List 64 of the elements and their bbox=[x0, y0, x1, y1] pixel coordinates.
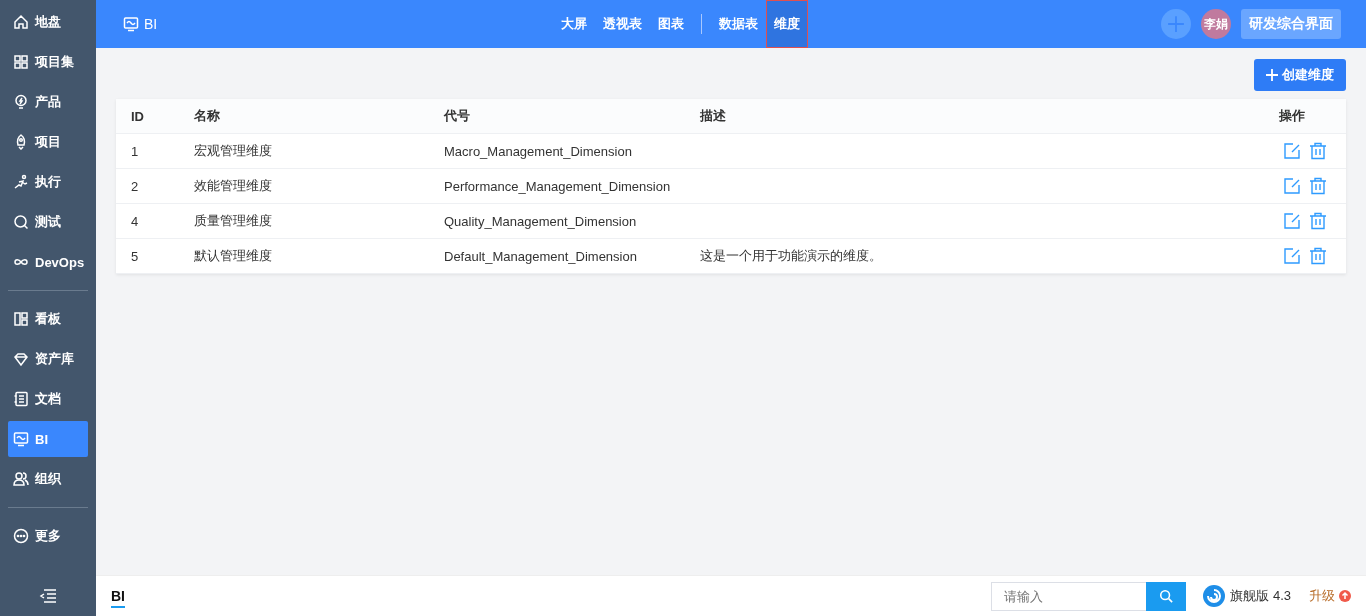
table-cell: 这是一个用于功能演示的维度。 bbox=[685, 238, 1162, 274]
upgrade-link[interactable]: 升级 bbox=[1309, 587, 1351, 605]
table-cell: Default_Management_Dimension bbox=[429, 238, 686, 274]
sidebar-item[interactable]: 项目 bbox=[8, 124, 88, 160]
delete-button[interactable] bbox=[1309, 177, 1327, 195]
edit-button[interactable] bbox=[1283, 247, 1301, 265]
table-cell: 5 bbox=[116, 238, 179, 274]
app-title: BI bbox=[144, 16, 158, 32]
edit-button[interactable] bbox=[1283, 142, 1301, 160]
collapse-menu-icon bbox=[39, 588, 57, 604]
table-cell: 4 bbox=[116, 203, 179, 239]
sidebar-item[interactable]: 执行 bbox=[8, 164, 88, 200]
footer-tab[interactable]: BI bbox=[111, 584, 125, 608]
sidebar-item[interactable]: 文档 bbox=[8, 381, 88, 417]
magnifier-icon bbox=[13, 214, 29, 230]
table-cell: 1 bbox=[116, 133, 179, 169]
notebook-icon bbox=[13, 391, 29, 407]
sidebar-item[interactable]: 更多 bbox=[8, 518, 88, 554]
swirl-logo-icon bbox=[1202, 584, 1227, 608]
sidebar-item[interactable]: 测试 bbox=[8, 204, 88, 240]
table-cell: Performance_Management_Dimension bbox=[429, 168, 686, 204]
edition-label: 旗舰版 4.3 bbox=[1230, 587, 1291, 605]
people-icon bbox=[13, 471, 29, 487]
create-dimension-button[interactable]: 创建维度 bbox=[1254, 59, 1346, 91]
search-field[interactable]: 请输入 bbox=[991, 581, 1147, 611]
up-arrow-icon bbox=[1339, 590, 1351, 602]
grid-icon bbox=[13, 54, 29, 70]
column-header: 操作 bbox=[1161, 99, 1346, 134]
board-icon bbox=[13, 311, 29, 327]
sidebar-item[interactable]: DevOps bbox=[8, 244, 88, 280]
column-header: ID bbox=[116, 99, 179, 134]
table-cell: 宏观管理维度 bbox=[179, 133, 429, 169]
table-cell: 质量管理维度 bbox=[179, 203, 429, 239]
table-cell: Quality_Management_Dimension bbox=[429, 203, 686, 239]
lightbulb-icon bbox=[13, 94, 29, 110]
sidebar-item[interactable]: 地盘 bbox=[8, 4, 88, 40]
table-cell: 2 bbox=[116, 168, 179, 204]
monitor-icon bbox=[123, 16, 139, 32]
edit-button[interactable] bbox=[1283, 212, 1301, 230]
delete-button[interactable] bbox=[1309, 142, 1327, 160]
search-button[interactable] bbox=[1146, 581, 1187, 611]
more-icon bbox=[13, 528, 29, 544]
column-header: 描述 bbox=[685, 99, 1162, 134]
table-cell: Macro_Management_Dimension bbox=[429, 133, 686, 169]
sidebar-item[interactable]: 看板 bbox=[8, 301, 88, 337]
column-header: 代号 bbox=[429, 99, 686, 134]
sidebar-item[interactable]: 资产库 bbox=[8, 341, 88, 377]
sidebar-item[interactable]: 组织 bbox=[8, 461, 88, 497]
sidebar-item[interactable]: 产品 bbox=[8, 84, 88, 120]
edit-button[interactable] bbox=[1283, 177, 1301, 195]
search-icon bbox=[1159, 589, 1174, 603]
delete-button[interactable] bbox=[1309, 247, 1327, 265]
plus-icon bbox=[1266, 69, 1278, 81]
delete-button[interactable] bbox=[1309, 212, 1327, 230]
table-cell: 默认管理维度 bbox=[179, 238, 429, 274]
sidebar-item[interactable]: 项目集 bbox=[8, 44, 88, 80]
monitor-icon bbox=[13, 431, 29, 447]
table-cell: 效能管理维度 bbox=[179, 168, 429, 204]
house-icon bbox=[13, 14, 29, 30]
column-header: 名称 bbox=[179, 99, 429, 134]
runner-icon bbox=[13, 174, 29, 190]
diamond-icon bbox=[13, 351, 29, 367]
nav-tab[interactable]: 维度 bbox=[766, 0, 808, 48]
plus-icon bbox=[1167, 15, 1185, 33]
